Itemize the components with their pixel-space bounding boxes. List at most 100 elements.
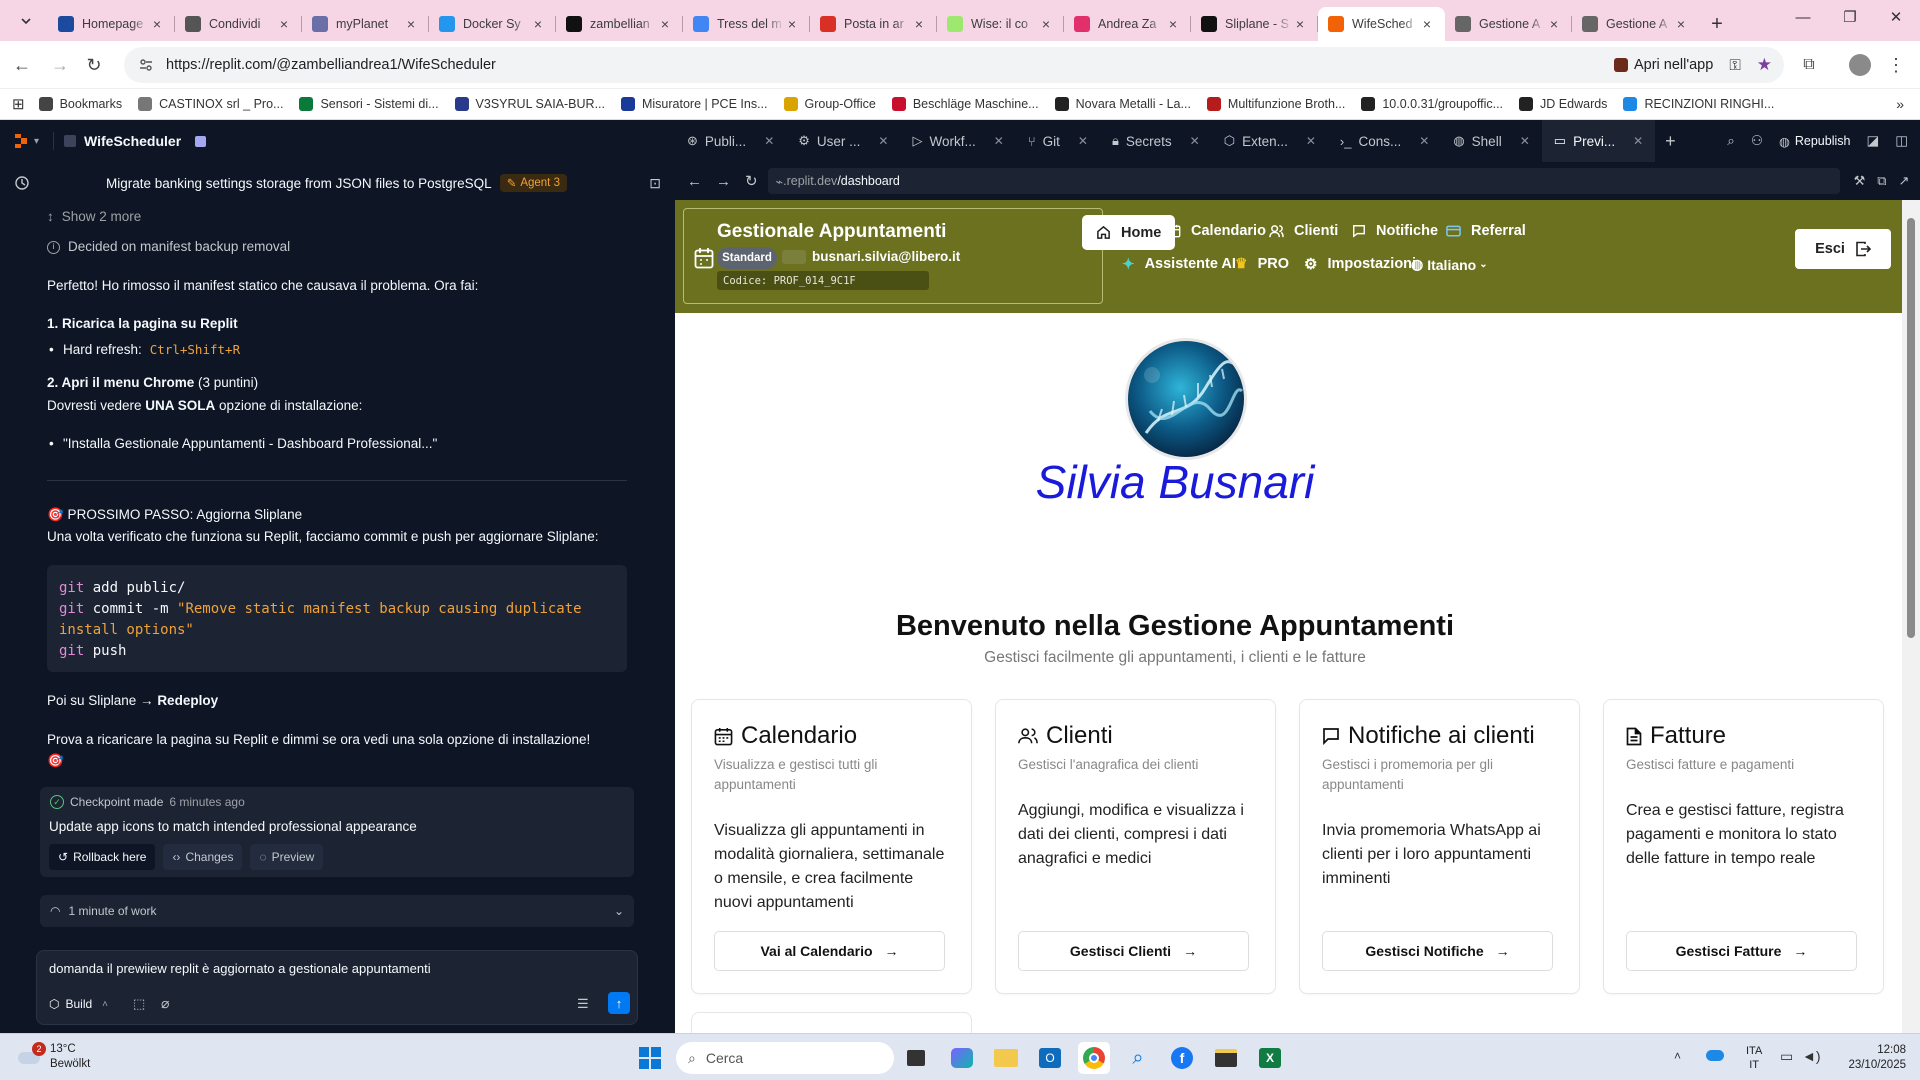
close-tab-icon[interactable]: × xyxy=(1546,16,1562,32)
preview-scrollbar[interactable] xyxy=(1902,200,1920,1033)
replit-logo-icon[interactable] xyxy=(14,133,28,149)
nav-home[interactable]: Home xyxy=(1082,215,1176,250)
bookmark-item[interactable]: JD Edwards xyxy=(1519,97,1607,111)
close-tab-icon[interactable]: × xyxy=(1038,16,1054,32)
close-tab-icon[interactable]: ✕ xyxy=(878,134,888,148)
close-tab-icon[interactable]: ✕ xyxy=(1306,134,1316,148)
close-tab-icon[interactable]: ✕ xyxy=(1520,134,1530,148)
task-view-icon[interactable] xyxy=(900,1042,932,1074)
excel-icon[interactable]: X xyxy=(1254,1042,1286,1074)
start-button[interactable] xyxy=(634,1042,666,1074)
close-tab-icon[interactable]: ✕ xyxy=(764,134,774,148)
preview-url-input[interactable]: ⌁ .replit.dev/dashboard xyxy=(767,168,1840,194)
bookmark-item[interactable]: Group-Office xyxy=(783,97,876,111)
sidebar-toggle-icon[interactable]: ◫ xyxy=(1895,133,1908,149)
file-explorer-icon[interactable] xyxy=(990,1042,1022,1074)
tool-tab[interactable]: ⬡ Exten... ✕ xyxy=(1212,120,1328,162)
wrench-icon[interactable]: ⚒ xyxy=(1854,173,1866,189)
preview-reload-icon[interactable]: ↻ xyxy=(745,172,758,190)
minimize-button[interactable]: — xyxy=(1780,0,1826,34)
profile-avatar[interactable] xyxy=(1844,49,1876,81)
logout-button[interactable]: Esci xyxy=(1795,229,1891,269)
add-tab-button[interactable]: + xyxy=(1665,131,1676,152)
nav-clients[interactable]: Clienti xyxy=(1269,223,1338,239)
send-button[interactable]: ↑ xyxy=(608,992,630,1014)
close-tab-icon[interactable]: × xyxy=(1419,16,1435,32)
tool-tab[interactable]: ⊛ Publi... ✕ xyxy=(675,120,786,162)
browser-tab[interactable]: Gestione A × xyxy=(1445,7,1572,41)
tool-tab[interactable]: ›_ Cons... ✕ xyxy=(1328,120,1441,162)
chrome-taskbar-icon[interactable] xyxy=(1078,1042,1110,1074)
close-tab-icon[interactable]: × xyxy=(1292,16,1308,32)
close-tab-icon[interactable]: × xyxy=(276,16,292,32)
language-selector[interactable]: ◍ Italiano ⌄ xyxy=(1411,256,1488,273)
build-mode-selector[interactable]: ⬡ Build ˄ xyxy=(49,997,108,1011)
bookmark-item[interactable]: Bookmarks xyxy=(38,97,122,111)
onedrive-icon[interactable] xyxy=(1706,1050,1724,1061)
reload-button[interactable]: ↻ xyxy=(78,49,110,81)
tool-tab[interactable]: ◍ Shell ✕ xyxy=(1441,120,1541,162)
close-tab-icon[interactable]: × xyxy=(784,16,800,32)
invite-user-icon[interactable]: ⚇ xyxy=(1751,133,1763,149)
chrome-menu-button[interactable]: ⋮ xyxy=(1880,49,1912,81)
project-name[interactable]: WifeScheduler xyxy=(84,133,181,149)
password-key-icon[interactable]: ⚿ xyxy=(1729,57,1740,74)
bookmark-item[interactable]: Beschläge Maschine... xyxy=(891,97,1039,111)
rollback-button[interactable]: ↺ Rollback here xyxy=(49,844,156,870)
bookmark-item[interactable]: Multifunzione Broth... xyxy=(1206,97,1345,111)
tab-search-button[interactable] xyxy=(12,7,40,35)
bookmark-item[interactable]: CASTINOX srl _ Pro... xyxy=(138,97,283,111)
show-more-toggle[interactable]: ↕ Show 2 more xyxy=(47,208,141,226)
nav-calendar[interactable]: Calendario xyxy=(1167,223,1266,239)
close-tab-icon[interactable]: ✕ xyxy=(1419,134,1429,148)
close-tab-icon[interactable]: × xyxy=(911,16,927,32)
new-chat-icon[interactable]: ⊡ xyxy=(649,175,661,192)
facebook-icon[interactable]: f xyxy=(1166,1042,1198,1074)
close-window-button[interactable]: ✕ xyxy=(1873,0,1919,34)
nav-referral[interactable]: Referral xyxy=(1446,223,1526,239)
close-tab-icon[interactable]: × xyxy=(657,16,673,32)
open-in-app-button[interactable]: Apri nell'app xyxy=(1613,57,1713,73)
changes-button[interactable]: ‹› Changes xyxy=(163,844,243,870)
history-icon[interactable] xyxy=(14,175,30,191)
store-icon[interactable] xyxy=(1210,1042,1242,1074)
more-bookmarks-icon[interactable]: » xyxy=(1896,96,1904,112)
nav-pro[interactable]: ♛ PRO xyxy=(1235,255,1289,272)
new-window-icon[interactable]: ⧉ xyxy=(1877,173,1886,189)
tool-tab[interactable]: ⑂ Git ✕ xyxy=(1016,120,1100,162)
clock[interactable]: 12:08 23/10/2025 xyxy=(1836,1043,1906,1073)
network-icon[interactable]: ▭ xyxy=(1780,1048,1793,1065)
bookmark-item[interactable]: 10.0.0.31/groupoffic... xyxy=(1361,97,1503,111)
manage-notifications-button[interactable]: Gestisci Notifiche → xyxy=(1322,931,1553,971)
new-tab-button[interactable]: + xyxy=(1699,7,1735,41)
browser-tab[interactable]: Sliplane - S × xyxy=(1191,7,1318,41)
bookmark-item[interactable]: Misuratore | PCE Ins... xyxy=(620,97,768,111)
back-button[interactable]: ← xyxy=(6,49,38,81)
manage-invoices-button[interactable]: Gestisci Fatture → xyxy=(1626,931,1857,971)
maximize-button[interactable]: ❐ xyxy=(1827,0,1873,34)
browser-tab[interactable]: myPlanet × xyxy=(302,7,429,41)
devtools-icon[interactable]: ◪ xyxy=(1866,133,1879,149)
close-tab-icon[interactable]: ✕ xyxy=(1633,134,1643,148)
browser-tab[interactable]: Posta in ar × xyxy=(810,7,937,41)
browser-tab[interactable]: Andrea Za × xyxy=(1064,7,1191,41)
nav-ai-assistant[interactable]: ✦ Assistente AI xyxy=(1122,255,1236,273)
browser-tab[interactable]: Homepage × xyxy=(48,7,175,41)
tool-tab[interactable]: ⚙ User ... ✕ xyxy=(786,120,900,162)
outlook-icon[interactable]: O xyxy=(1034,1042,1066,1074)
tool-tab[interactable]: ▭ Previ... ✕ xyxy=(1541,120,1656,162)
browser-tab[interactable]: Wise: il co × xyxy=(937,7,1064,41)
browser-tab[interactable]: zambellian × xyxy=(556,7,683,41)
bookmark-star-icon[interactable]: ★ xyxy=(1757,55,1772,75)
bookmark-item[interactable]: Novara Metalli - La... xyxy=(1054,97,1191,111)
project-menu-chevron-icon[interactable]: ▾ xyxy=(34,136,39,147)
go-to-calendar-button[interactable]: Vai al Calendario → xyxy=(714,931,945,971)
search-app-icon[interactable]: ⌕ xyxy=(1122,1042,1154,1074)
preview-forward-icon[interactable]: → xyxy=(716,173,731,190)
close-tab-icon[interactable]: ✕ xyxy=(1078,134,1088,148)
nav-notifications[interactable]: Notifiche xyxy=(1352,223,1438,239)
bookmark-item[interactable]: Sensori - Sistemi di... xyxy=(299,97,439,111)
close-tab-icon[interactable]: ✕ xyxy=(1190,134,1200,148)
decision-row[interactable]: i Decided on manifest backup removal xyxy=(47,238,290,256)
close-tab-icon[interactable]: × xyxy=(530,16,546,32)
